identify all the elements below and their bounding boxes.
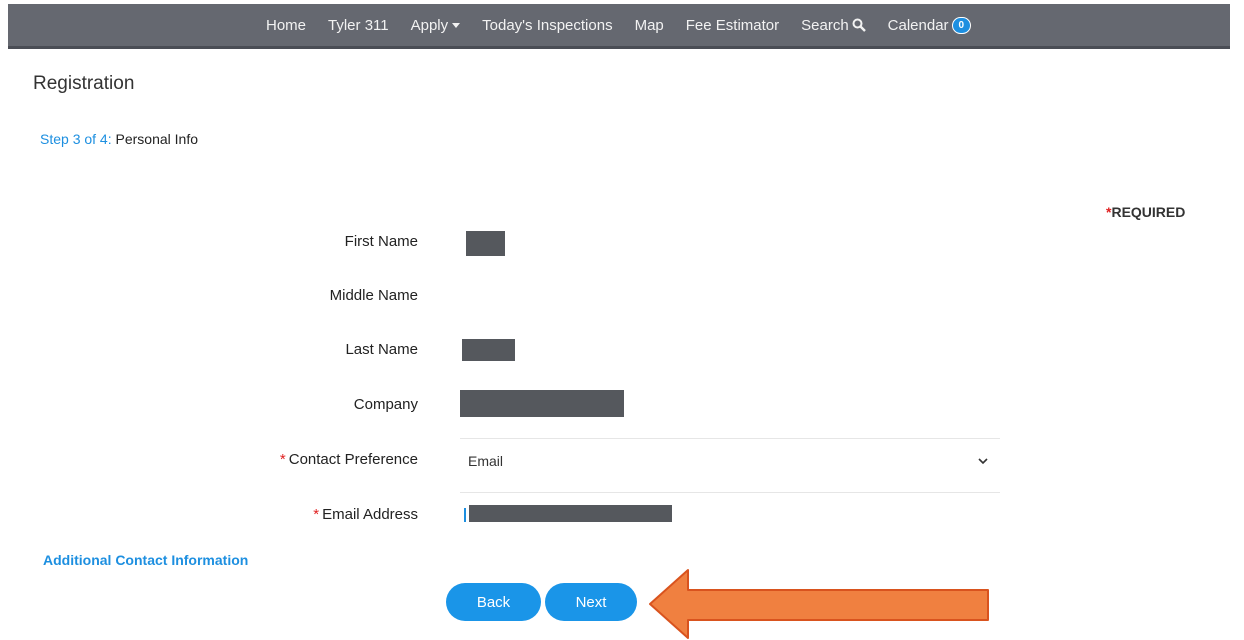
middle-name-label: Middle Name (329, 287, 418, 304)
required-star: * (279, 451, 286, 468)
step-label: Personal Info (111, 131, 198, 147)
email-address-field[interactable] (460, 500, 1000, 530)
top-navbar: Home Tyler 311 Apply Today's Inspections… (8, 4, 1230, 49)
redacted-email-value (469, 505, 672, 522)
nav-calendar[interactable]: Calendar 0 (887, 16, 972, 34)
required-star: * (313, 506, 320, 523)
nav-search[interactable]: Search (801, 17, 866, 34)
first-name-label: First Name (344, 233, 418, 250)
step-indicator: Step 3 of 4: Personal Info (40, 131, 198, 147)
back-button[interactable]: Back (446, 583, 541, 621)
nav-apply-label: Apply (410, 16, 449, 34)
next-button[interactable]: Next (545, 583, 637, 621)
field-divider (460, 492, 1000, 493)
contact-preference-label: * Contact Preference (280, 451, 418, 468)
last-name-label: Last Name (345, 341, 418, 358)
company-label: Company (353, 396, 418, 413)
step-number: Step 3 of 4: (40, 131, 112, 147)
required-note: *REQUIRED (1106, 204, 1185, 220)
nav-search-label: Search (801, 16, 849, 34)
nav-map[interactable]: Map (635, 17, 664, 34)
additional-contact-link[interactable]: Additional Contact Information (43, 552, 248, 568)
text-cursor (464, 508, 466, 522)
required-label: REQUIRED (1111, 204, 1186, 220)
middle-name-field[interactable] (460, 282, 1000, 312)
caret-down-icon (452, 22, 461, 28)
nav-apply[interactable]: Apply (411, 17, 461, 34)
email-address-label: * Email Address (313, 506, 418, 523)
nav-home[interactable]: Home (266, 17, 306, 34)
contact-preference-text: Contact Preference (288, 451, 418, 468)
company-field[interactable] (460, 390, 624, 417)
search-icon (852, 18, 866, 32)
first-name-field[interactable] (466, 231, 505, 256)
arrow-left-icon (649, 569, 989, 639)
email-address-text: Email Address (322, 506, 418, 523)
contact-preference-value: Email (468, 453, 504, 469)
calendar-count-badge: 0 (951, 16, 972, 34)
last-name-field[interactable] (462, 339, 515, 361)
page-title: Registration (33, 73, 135, 94)
contact-preference-select[interactable]: Email (460, 446, 1000, 476)
chevron-down-icon (978, 457, 988, 464)
nav-todays-inspections[interactable]: Today's Inspections (482, 17, 612, 34)
nav-calendar-label: Calendar (887, 16, 949, 34)
nav-menu: Home Tyler 311 Apply Today's Inspections… (266, 4, 993, 46)
nav-tyler-311[interactable]: Tyler 311 (328, 17, 389, 34)
nav-fee-estimator[interactable]: Fee Estimator (686, 17, 779, 34)
field-divider (460, 438, 1000, 439)
